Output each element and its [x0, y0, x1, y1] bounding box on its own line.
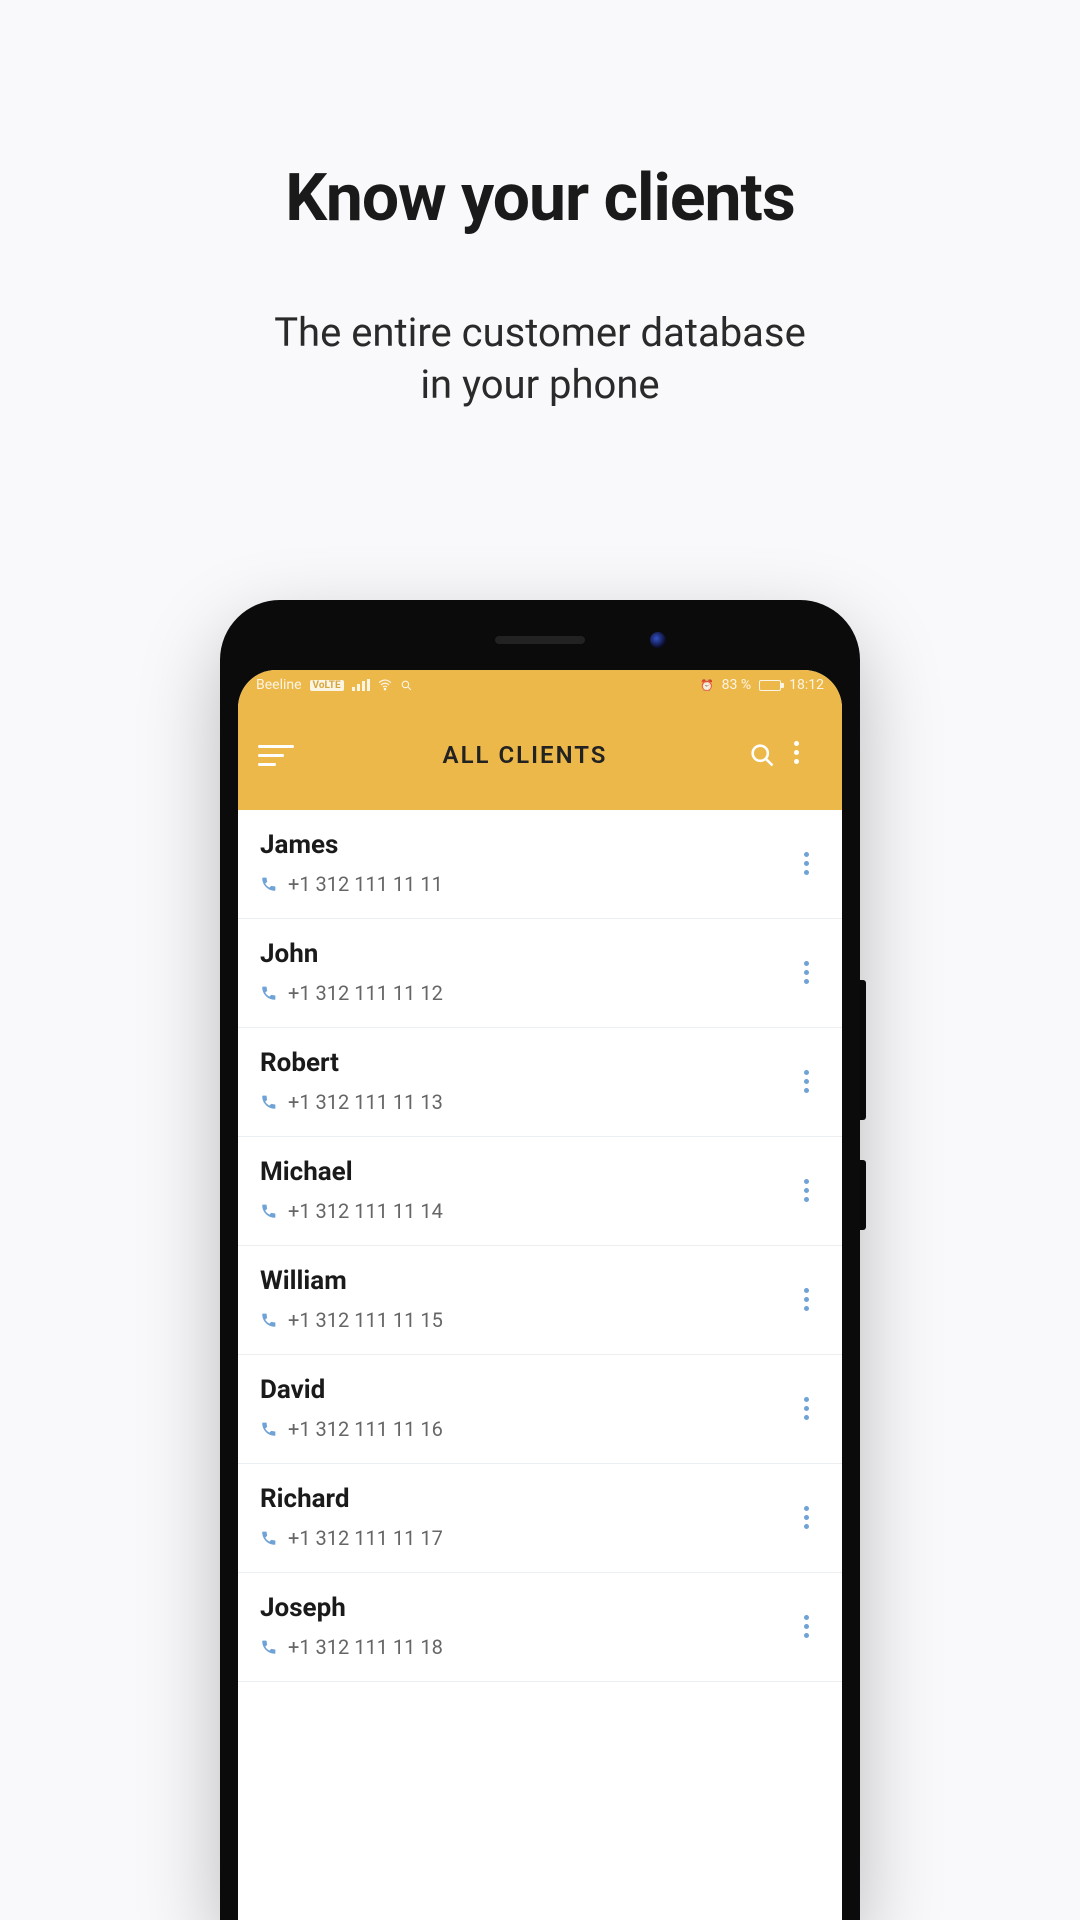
signal-icon	[352, 679, 370, 691]
client-row[interactable]: David +1 312 111 11 16	[238, 1355, 842, 1464]
client-phone: +1 312 111 11 15	[288, 1308, 443, 1332]
marketing-subhead-line1: The entire customer database	[274, 309, 806, 356]
row-more-icon[interactable]	[792, 1612, 820, 1640]
marketing-subhead-line2: in your phone	[420, 361, 659, 408]
status-carrier: Beeline	[256, 677, 302, 693]
phone-icon	[260, 1202, 278, 1220]
menu-icon[interactable]	[258, 733, 302, 777]
phone-icon	[260, 984, 278, 1002]
status-carrier-badge: VoLTE	[310, 680, 344, 691]
row-more-icon[interactable]	[792, 1503, 820, 1531]
search-mini-icon	[400, 679, 413, 692]
client-row[interactable]: William +1 312 111 11 15	[238, 1246, 842, 1355]
phone-screen: Beeline VoLTE ⏰ 83 % 18:12 ALL CLIENT	[238, 670, 842, 1920]
row-more-icon[interactable]	[792, 1067, 820, 1095]
client-name: Robert	[260, 1048, 778, 1078]
client-name: James	[260, 830, 778, 860]
row-more-icon[interactable]	[792, 1285, 820, 1313]
marketing-subhead: The entire customer database in your pho…	[274, 307, 806, 411]
battery-icon	[759, 680, 781, 691]
phone-side-button	[860, 1160, 866, 1230]
app-bar: ALL CLIENTS	[238, 700, 842, 810]
alarm-icon: ⏰	[700, 679, 714, 692]
client-phone: +1 312 111 11 18	[288, 1635, 443, 1659]
client-phone: +1 312 111 11 14	[288, 1199, 443, 1223]
phone-icon	[260, 1529, 278, 1547]
appbar-title: ALL CLIENTS	[314, 741, 736, 769]
client-phone: +1 312 111 11 16	[288, 1417, 443, 1441]
phone-side-button	[860, 980, 866, 1120]
client-row[interactable]: Michael +1 312 111 11 14	[238, 1137, 842, 1246]
phone-speaker	[495, 636, 585, 644]
row-more-icon[interactable]	[792, 1394, 820, 1422]
phone-icon	[260, 1093, 278, 1111]
client-row[interactable]: Joseph +1 312 111 11 18	[238, 1573, 842, 1682]
phone-icon	[260, 1638, 278, 1656]
client-phone: +1 312 111 11 11	[288, 872, 443, 896]
client-row[interactable]: Robert +1 312 111 11 13	[238, 1028, 842, 1137]
marketing-headline: Know your clients	[285, 160, 795, 237]
client-name: David	[260, 1375, 778, 1405]
client-phone: +1 312 111 11 17	[288, 1526, 443, 1550]
status-bar: Beeline VoLTE ⏰ 83 % 18:12	[238, 670, 842, 700]
client-name: Richard	[260, 1484, 778, 1514]
phone-camera	[650, 632, 666, 648]
client-name: John	[260, 939, 778, 969]
client-phone: +1 312 111 11 13	[288, 1090, 443, 1114]
client-row[interactable]: Richard +1 312 111 11 17	[238, 1464, 842, 1573]
row-more-icon[interactable]	[792, 849, 820, 877]
phone-frame: Beeline VoLTE ⏰ 83 % 18:12 ALL CLIENT	[220, 600, 860, 1920]
client-phone: +1 312 111 11 12	[288, 981, 443, 1005]
phone-icon	[260, 875, 278, 893]
phone-icon	[260, 1311, 278, 1329]
row-more-icon[interactable]	[792, 1176, 820, 1204]
search-icon[interactable]	[748, 741, 776, 769]
client-row[interactable]: John +1 312 111 11 12	[238, 919, 842, 1028]
client-list[interactable]: James +1 312 111 11 11 John +1 312 111 1…	[238, 810, 842, 1920]
more-icon[interactable]	[794, 741, 822, 769]
row-more-icon[interactable]	[792, 958, 820, 986]
wifi-icon	[378, 678, 392, 692]
status-battery-text: 83 %	[722, 677, 751, 693]
client-name: Joseph	[260, 1593, 778, 1623]
client-row[interactable]: James +1 312 111 11 11	[238, 810, 842, 919]
phone-icon	[260, 1420, 278, 1438]
status-time: 18:12	[789, 677, 824, 693]
client-name: Michael	[260, 1157, 778, 1187]
client-name: William	[260, 1266, 778, 1296]
